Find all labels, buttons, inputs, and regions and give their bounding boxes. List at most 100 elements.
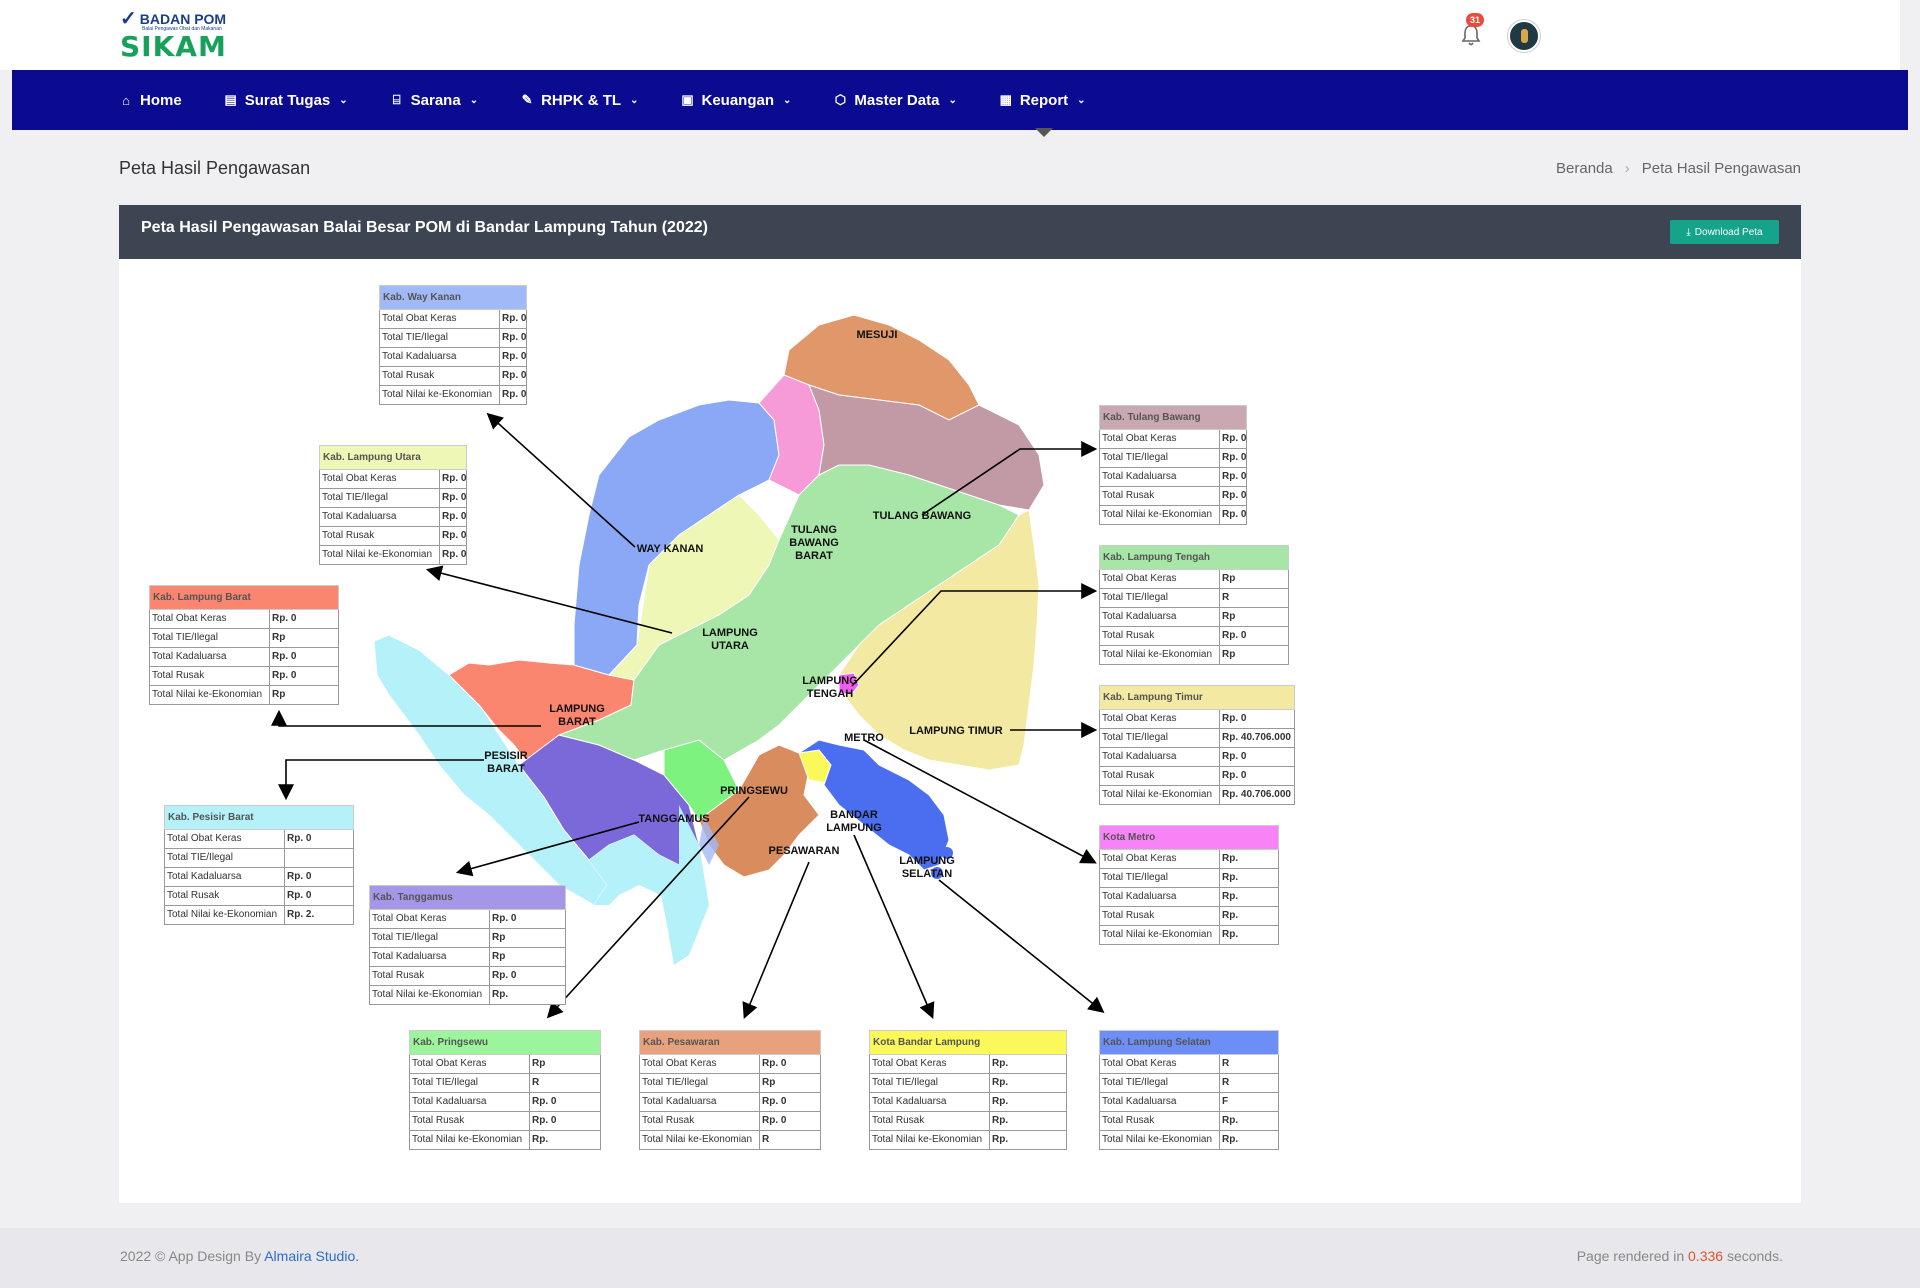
- region-table-row: Total Kadaluarsa F: [1099, 1093, 1279, 1112]
- region-table-row: Total Nilai ke-Ekonomian Rp. 0: [1099, 506, 1247, 525]
- region-table-row: Total TIE/Ilegal Rp.: [869, 1074, 1067, 1093]
- row-value: Rp. 0: [1222, 490, 1246, 501]
- row-value: Rp: [762, 1077, 776, 1088]
- nav-surat-tugas[interactable]: ▤ Surat Tugas ⌄: [224, 92, 348, 109]
- region-table-row: Total Rusak Rp.: [1099, 1112, 1279, 1131]
- region-table-row: Total Rusak Rp. 0: [409, 1112, 601, 1131]
- footer-render-time: 0.336: [1688, 1248, 1724, 1264]
- region-info-table: Kab. Lampung Barat Total Obat Keras Rp. 0T…: [149, 585, 339, 705]
- row-label: Total Obat Keras: [1100, 710, 1220, 728]
- row-value: Rp. 0: [442, 549, 466, 560]
- region-table-row: Total Nilai ke-Ekonomian Rp.: [369, 986, 566, 1005]
- nav-sarana[interactable]: ⌸ Sarana ⌄: [390, 92, 478, 109]
- row-label: Total Nilai ke-Ekonomian: [370, 986, 490, 1004]
- row-value: Rp.: [1222, 929, 1239, 940]
- nav-report[interactable]: ▦ Report ⌄: [999, 92, 1086, 109]
- row-label: Total Rusak: [870, 1112, 990, 1130]
- map-label-lampung-tengah-1: LAMPUNG: [802, 675, 858, 687]
- region-table-row: Total Obat Keras Rp. 0: [1099, 430, 1247, 449]
- row-label: Total Rusak: [380, 367, 500, 385]
- notification-bell-icon[interactable]: 31: [1458, 13, 1485, 48]
- nav-rhpk-tl[interactable]: ✎ RHPK & TL ⌄: [520, 92, 639, 109]
- app-logo[interactable]: ✓ BADAN POM Balai Pengawas Obat dan Makan…: [120, 8, 227, 63]
- row-value: Rp. 2.: [287, 909, 315, 920]
- row-value: Rp.: [1222, 1115, 1239, 1126]
- row-label: Total Obat Keras: [320, 470, 440, 488]
- footer-studio-link[interactable]: Almaira Studio.: [264, 1248, 359, 1264]
- footer-copyright: 2022 © App Design By: [120, 1248, 262, 1264]
- region-table-row: Total Obat Keras Rp. 0: [1099, 710, 1295, 729]
- breadcrumb-separator-icon: ›: [1624, 160, 1630, 177]
- nav-keuangan[interactable]: ▣ Keuangan ⌄: [680, 92, 791, 109]
- row-label: Total Kadaluarsa: [320, 508, 440, 526]
- breadcrumb-home[interactable]: Beranda: [1556, 160, 1613, 177]
- row-label: Total Obat Keras: [370, 910, 490, 928]
- region-table-row: Total Kadaluarsa Rp: [1099, 608, 1289, 627]
- region-table-header: Kab. Lampung Selatan: [1099, 1030, 1279, 1055]
- row-value: F: [1222, 1096, 1229, 1107]
- checkmark-icon: ✓: [120, 8, 137, 30]
- row-label: Total Kadaluarsa: [1100, 608, 1220, 626]
- row-value: Rp. 0: [287, 833, 312, 844]
- row-value: Rp. 0: [762, 1096, 787, 1107]
- row-value: R: [1222, 1077, 1230, 1088]
- region-table-row: Total Kadaluarsa Rp. 0: [149, 648, 339, 667]
- region-info-table: Kab. Lampung Utara Total Obat Keras Rp. 0T…: [319, 445, 467, 565]
- region-info-table: Kota Metro Total Obat Keras Rp. Total TIE/I…: [1099, 825, 1279, 945]
- row-label: Total Kadaluarsa: [1100, 888, 1220, 906]
- map-label-lampung-utara-1: LAMPUNG: [702, 627, 758, 639]
- row-value: Rp. 0: [272, 670, 297, 681]
- nav-home[interactable]: ⌂ Home: [119, 92, 182, 109]
- region-table-row: Total Obat Keras Rp. 0: [149, 610, 339, 629]
- user-avatar[interactable]: [1508, 20, 1540, 52]
- chevron-down-icon: ⌄: [630, 94, 639, 106]
- row-label: Total Nilai ke-Ekonomian: [165, 906, 285, 924]
- row-label: Total Nilai ke-Ekonomian: [1100, 506, 1220, 524]
- row-label: Total Kadaluarsa: [150, 648, 270, 666]
- row-value: Rp.: [1222, 872, 1239, 883]
- row-label: Total Kadaluarsa: [1100, 1093, 1220, 1111]
- row-label: Total TIE/Ilegal: [870, 1074, 990, 1092]
- row-value: [285, 849, 353, 867]
- home-icon: ⌂: [122, 92, 130, 108]
- row-value: Rp. 0: [442, 473, 466, 484]
- region-table-row: Total Nilai ke-Ekonomian Rp: [149, 686, 339, 705]
- breadcrumb: Beranda › Peta Hasil Pengawasan: [1556, 160, 1801, 177]
- row-value: Rp. 0: [1222, 471, 1246, 482]
- row-value: Rp. 0: [287, 871, 312, 882]
- map-label-pesisir-barat-2: BARAT: [487, 763, 525, 775]
- nav-master-data[interactable]: ⬡ Master Data ⌄: [833, 92, 957, 109]
- row-label: Total Rusak: [1100, 487, 1220, 505]
- row-label: Total Rusak: [1100, 767, 1220, 785]
- row-value: Rp: [1222, 649, 1236, 660]
- region-table-header: Kab. Lampung Tengah: [1099, 545, 1289, 570]
- row-label: Total Nilai ke-Ekonomian: [1100, 786, 1220, 804]
- chevron-down-icon: ⌄: [1077, 94, 1086, 106]
- row-label: Total Nilai ke-Ekonomian: [640, 1131, 760, 1149]
- row-value: Rp. 0: [1222, 509, 1246, 520]
- region-table-row: Total Kadaluarsa Rp. 0: [379, 348, 527, 367]
- row-label: Total Obat Keras: [150, 610, 270, 628]
- region-table-row: Total Kadaluarsa Rp. 0: [639, 1093, 821, 1112]
- row-label: Total Rusak: [320, 527, 440, 545]
- map-label-pesawaran: PESAWARAN: [769, 845, 840, 857]
- region-table-header: Kab. Pesawaran: [639, 1030, 821, 1055]
- region-table-row: Total TIE/Ilegal Rp: [369, 929, 566, 948]
- region-table-row: Total Kadaluarsa Rp: [369, 948, 566, 967]
- region-table-row: Total TIE/Ilegal R: [1099, 1074, 1279, 1093]
- row-value: Rp. 40.706.000: [1222, 789, 1291, 800]
- region-info-table: Kab. Lampung Timur Total Obat Keras Rp. 0T…: [1099, 685, 1295, 805]
- region-table-row: Total Nilai ke-Ekonomian Rp. 40.706.000: [1099, 786, 1295, 805]
- map-label-mesuji: MESUJI: [857, 329, 898, 341]
- row-value: Rp. 0: [492, 970, 517, 981]
- region-info-table: Kab. Pesisir Barat Total Obat Keras Rp. 0T…: [164, 805, 354, 925]
- region-table-row: Total Obat Keras Rp: [1099, 570, 1289, 589]
- row-label: Total Rusak: [410, 1112, 530, 1130]
- region-table-row: Total TIE/Ilegal: [164, 849, 354, 868]
- row-label: Total Rusak: [1100, 627, 1220, 645]
- region-table-header: Kab. Lampung Timur: [1099, 685, 1295, 710]
- region-info-table: Kab. Way Kanan Total Obat Keras Rp. 0 Total…: [379, 285, 527, 405]
- row-value: Rp.: [992, 1058, 1009, 1069]
- region-table-row: Total Obat Keras Rp. 0: [639, 1055, 821, 1074]
- row-label: Total Rusak: [1100, 1112, 1220, 1130]
